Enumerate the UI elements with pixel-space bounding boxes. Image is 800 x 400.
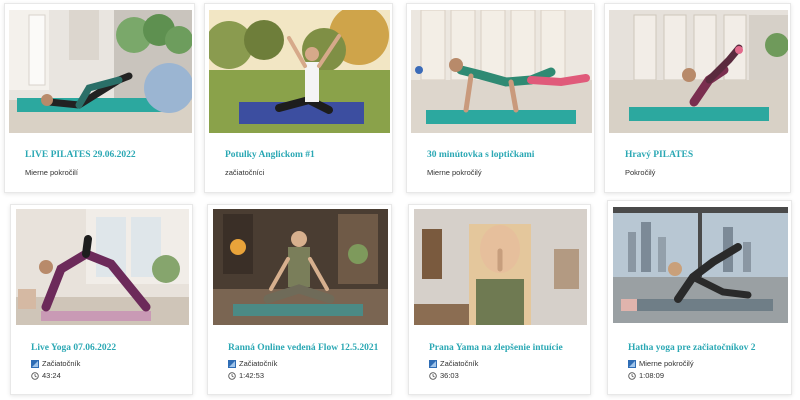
course-card[interactable]: Hatha yoga pre začiatočníkov 2 Mierne po…	[607, 200, 792, 395]
course-title[interactable]: 30 minútovka s loptičkami	[427, 150, 534, 160]
course-thumbnail[interactable]	[411, 10, 592, 133]
course-level: Mierne pokročilý	[427, 168, 482, 177]
course-title[interactable]: Ranná Online vedená Flow 12.5.2021	[228, 343, 378, 353]
course-level: Pokročilý	[625, 168, 656, 177]
course-duration-row: 36:03	[429, 371, 459, 380]
course-card[interactable]: Hravý PILATES Pokročilý	[604, 3, 791, 193]
course-title[interactable]: Prana Yama na zlepšenie intuície	[429, 343, 563, 353]
course-level: Začiatočník	[42, 359, 81, 368]
course-level: Začiatočník	[440, 359, 479, 368]
course-level-row: Začiatočník	[31, 359, 80, 368]
course-duration: 36:03	[440, 371, 459, 380]
course-level: začiatočníci	[225, 168, 265, 177]
course-duration-row: 43:24	[31, 371, 61, 380]
course-title[interactable]: Live Yoga 07.06.2022	[31, 343, 116, 353]
course-card[interactable]: LIVE PILATES 29.06.2022 Mierne pokročilí	[4, 3, 195, 193]
course-duration-row: 1:08:09	[628, 371, 664, 380]
course-thumbnail[interactable]	[16, 209, 189, 325]
course-title[interactable]: Hravý PILATES	[625, 150, 693, 160]
course-thumbnail[interactable]	[213, 209, 388, 325]
course-thumbnail[interactable]	[609, 10, 788, 133]
course-title[interactable]: Potulky Anglickom #1	[225, 150, 315, 160]
course-card[interactable]: 30 minútovka s loptičkami Mierne pokroči…	[406, 3, 595, 193]
course-level-row: Mierne pokročilý	[628, 359, 694, 368]
course-level-row: Začiatočník	[228, 359, 277, 368]
signal-bars-icon	[31, 359, 39, 368]
course-card[interactable]: Ranná Online vedená Flow 12.5.2021 Začia…	[207, 204, 392, 395]
course-duration-row: 1:42:53	[228, 371, 264, 380]
course-thumbnail[interactable]	[209, 10, 390, 133]
course-level: Mierne pokročilí	[25, 168, 78, 177]
signal-bars-icon	[628, 359, 636, 368]
course-title[interactable]: Hatha yoga pre začiatočníkov 2	[628, 343, 756, 353]
signal-bars-icon	[429, 359, 437, 368]
clock-icon	[429, 371, 437, 380]
course-thumbnail[interactable]	[414, 209, 587, 325]
course-card[interactable]: Potulky Anglickom #1 začiatočníci	[204, 3, 393, 193]
clock-icon	[31, 371, 39, 380]
clock-icon	[628, 371, 636, 380]
course-level-row: Začiatočník	[429, 359, 478, 368]
course-duration: 1:08:09	[639, 371, 665, 380]
signal-bars-icon	[228, 359, 236, 368]
course-level: Mierne pokročilý	[639, 359, 694, 368]
course-duration: 1:42:53	[239, 371, 265, 380]
course-duration: 43:24	[42, 371, 61, 380]
course-level: Začiatočník	[239, 359, 278, 368]
course-card[interactable]: Prana Yama na zlepšenie intuície Začiato…	[408, 204, 591, 395]
course-title[interactable]: LIVE PILATES 29.06.2022	[25, 150, 136, 160]
course-thumbnail[interactable]	[9, 10, 192, 133]
course-card[interactable]: Live Yoga 07.06.2022 Začiatočník 43:24	[10, 204, 193, 395]
clock-icon	[228, 371, 236, 380]
course-thumbnail[interactable]	[613, 207, 788, 323]
